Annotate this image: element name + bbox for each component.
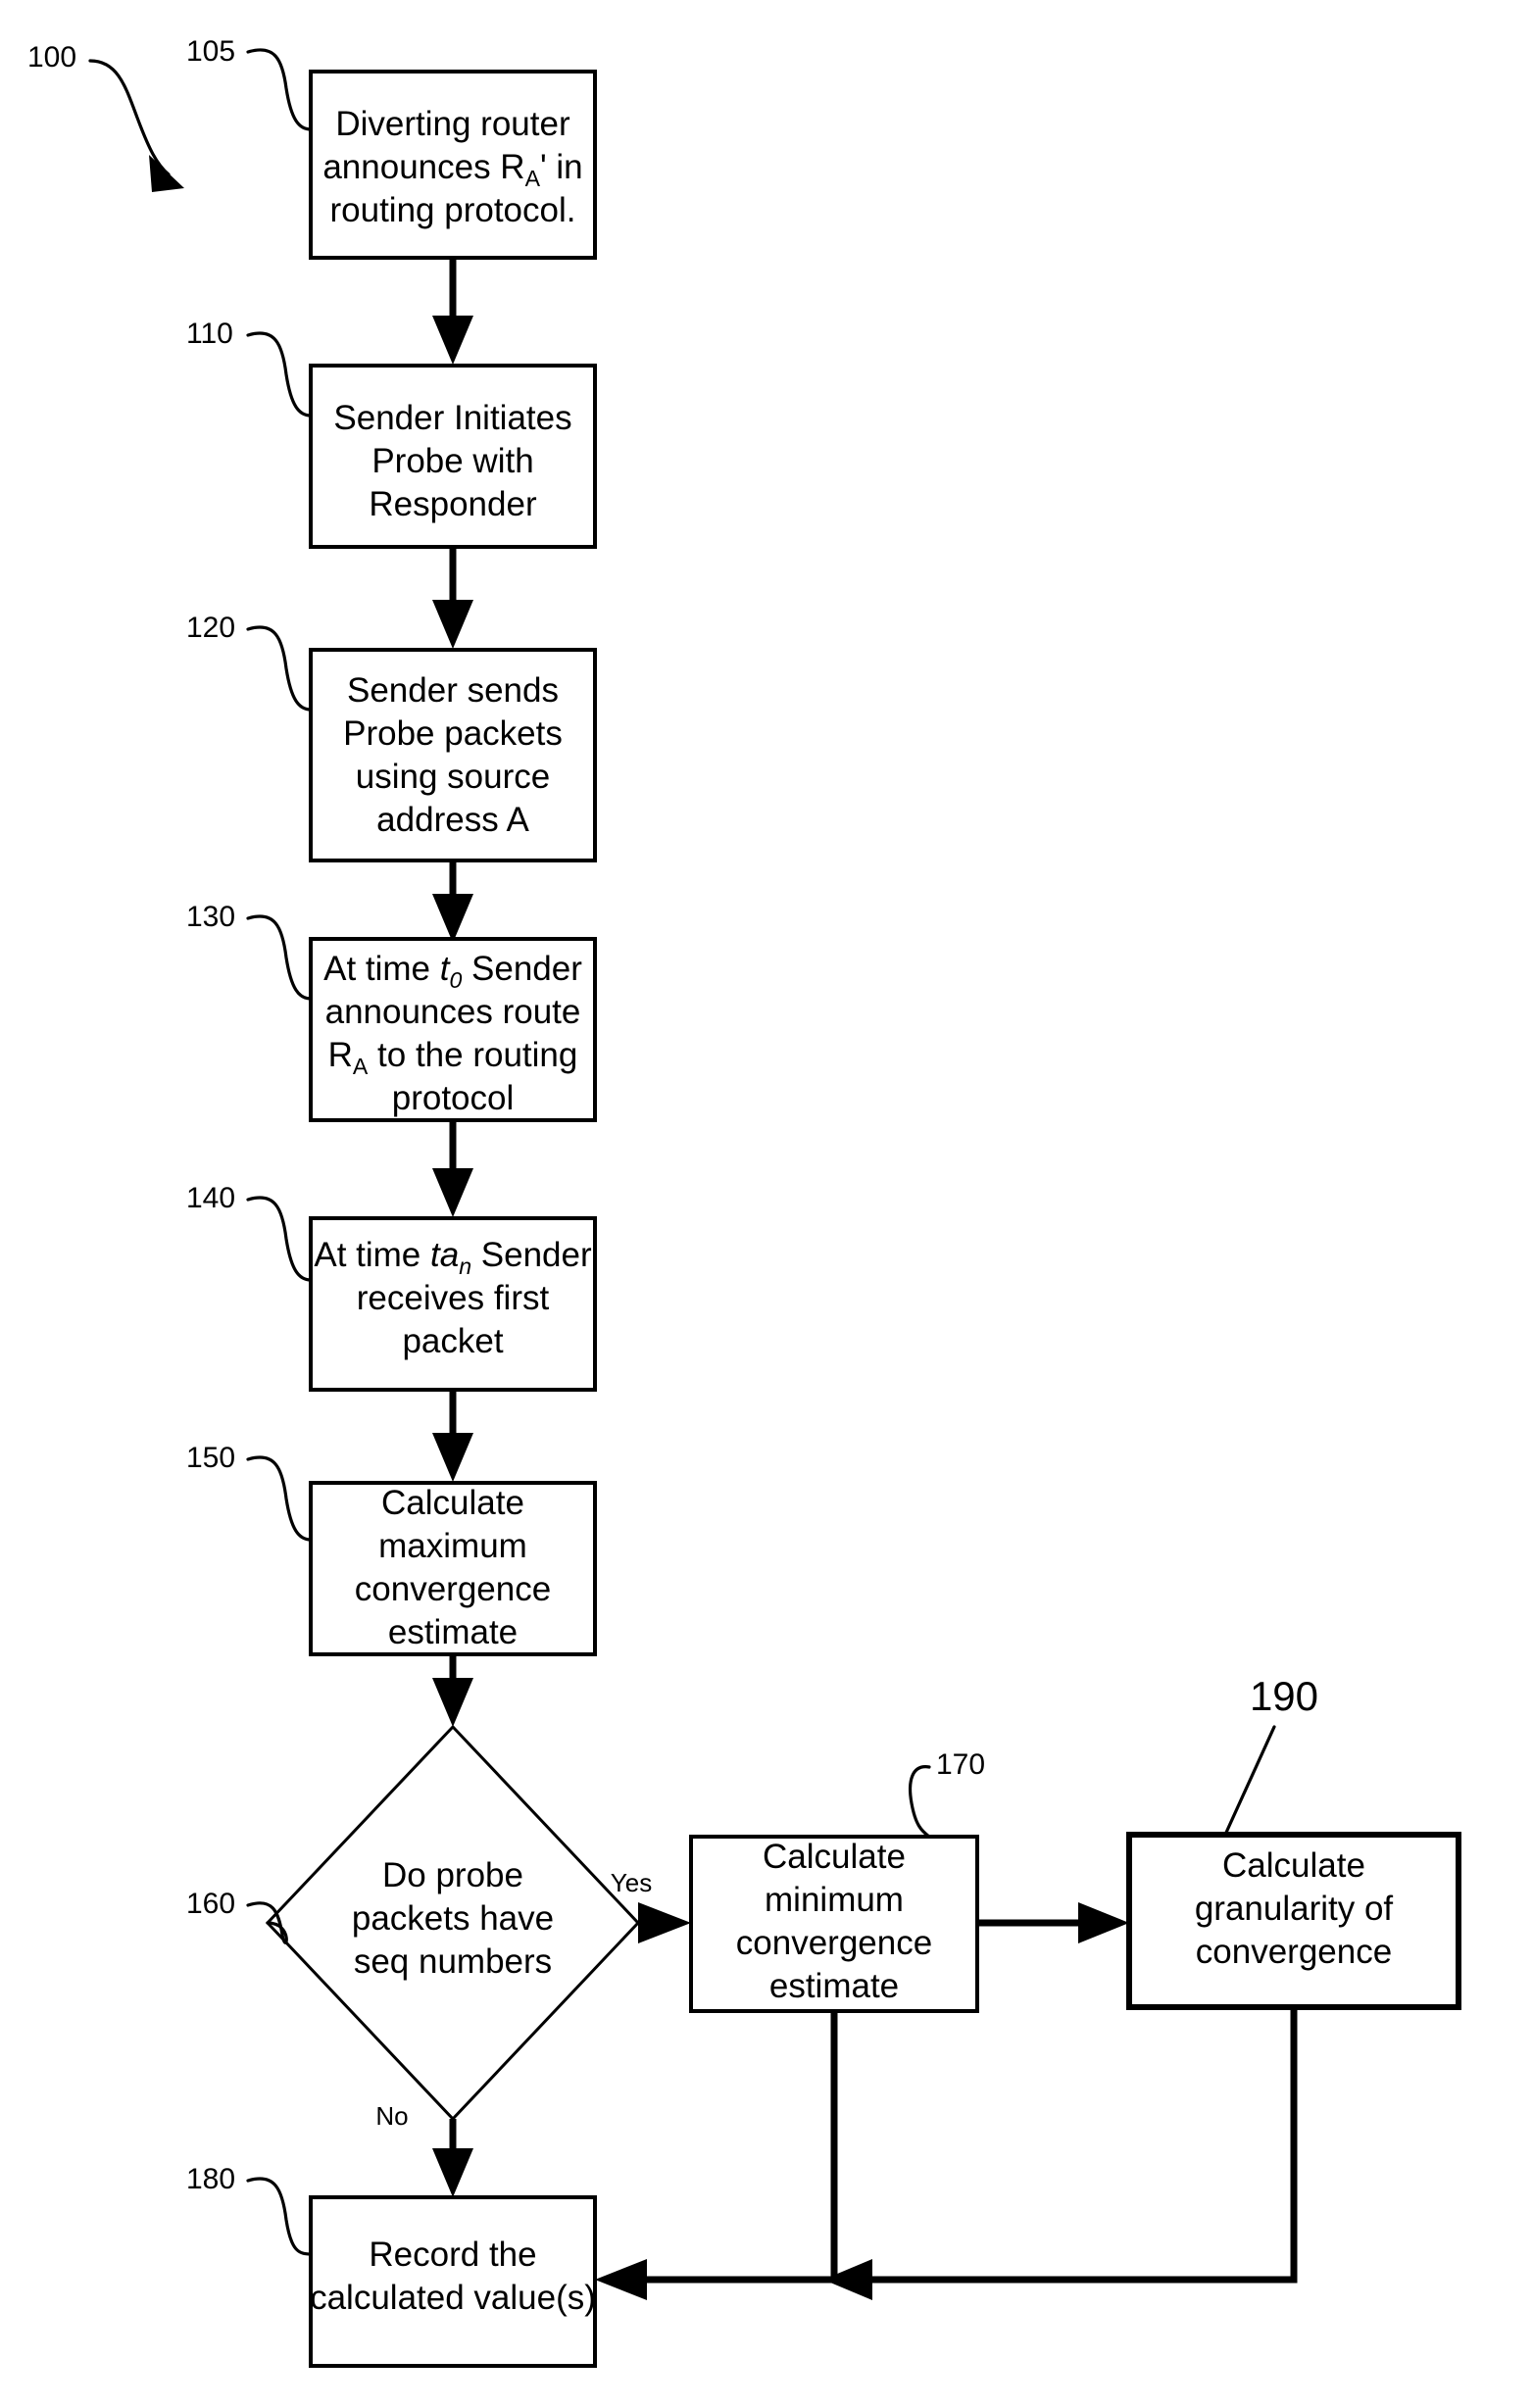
connector-120-130 — [432, 860, 473, 943]
node-170-line4: estimate — [769, 1967, 899, 2005]
ref-105: 105 — [186, 35, 313, 131]
node-180-line1: Record the — [369, 2236, 536, 2274]
ref-150: 150 — [186, 1442, 313, 1542]
node-105[interactable]: Diverting router announces RA' in routin… — [309, 70, 597, 260]
node-150-line4: estimate — [388, 1613, 518, 1651]
ref-110: 110 — [186, 318, 313, 418]
node-130-line4: protocol — [392, 1079, 515, 1117]
ref-190: 190 — [1223, 1673, 1318, 1837]
node-140-line1: At time tan Sender — [314, 1236, 592, 1279]
connector-150-160 — [432, 1654, 473, 1727]
node-170[interactable]: Calculate minimum convergence estimate — [689, 1835, 979, 2013]
node-190-line3: convergence — [1196, 1933, 1392, 1971]
figure-ref-100-arrowhead — [149, 155, 184, 192]
ref-190-label: 190 — [1250, 1673, 1318, 1719]
connector-105-110 — [432, 258, 473, 365]
edge-label-yes: Yes — [611, 1868, 652, 1897]
figure-ref-100-label: 100 — [27, 41, 76, 74]
connector-170-190 — [977, 1902, 1129, 1943]
flowchart-svg: 100 Diverting router announces RA' in ro… — [27, 35, 1461, 2368]
ref-150-label: 150 — [186, 1442, 235, 1474]
node-105-line1: Diverting router — [335, 105, 570, 143]
ref-110-leader — [246, 331, 313, 418]
ref-105-label: 105 — [186, 35, 235, 68]
node-170-line1: Calculate — [763, 1838, 906, 1876]
node-110[interactable]: Sender Initiates Probe with Responder — [309, 364, 597, 549]
ref-130: 130 — [186, 901, 313, 1001]
ref-170-leader — [908, 1765, 931, 1839]
ref-130-leader — [246, 914, 313, 1001]
connector-190-180-return — [823, 2007, 1298, 2300]
ref-180-label: 180 — [186, 2163, 235, 2195]
node-140-line3: packet — [402, 1322, 503, 1360]
ref-105-leader — [246, 48, 313, 131]
node-180-line2: calculated value(s) — [310, 2279, 596, 2317]
ref-130-label: 130 — [186, 901, 235, 933]
node-140[interactable]: At time tan Sender receives first packet — [309, 1216, 597, 1392]
node-140-line2: receives first — [357, 1279, 550, 1317]
node-130[interactable]: At time t0 Sender announces route RA to … — [309, 937, 597, 1122]
node-120-line3: using source — [356, 758, 550, 796]
ref-180: 180 — [186, 2163, 313, 2256]
node-170-line3: convergence — [736, 1924, 932, 1962]
node-105-line3: routing protocol. — [330, 191, 576, 229]
connector-160-180-no: No — [375, 2101, 473, 2197]
node-130-line2: announces route — [325, 993, 581, 1031]
ref-160-label: 160 — [186, 1888, 235, 1920]
node-150[interactable]: Calculate maximum convergence estimate — [309, 1481, 597, 1656]
node-105-line2: announces RA' in — [322, 148, 582, 191]
node-190[interactable]: Calculate granularity of convergence — [1126, 1832, 1461, 2010]
ref-120-leader — [246, 625, 313, 712]
node-180[interactable]: Record the calculated value(s) — [309, 2195, 597, 2368]
connector-170-180-return — [595, 2011, 838, 2300]
node-160-line3: seq numbers — [354, 1942, 552, 1981]
node-120-line1: Sender sends — [347, 671, 559, 710]
node-150-line2: maximum — [378, 1527, 527, 1565]
connector-110-120 — [432, 547, 473, 649]
ref-180-leader — [246, 2177, 313, 2256]
node-110-line3: Responder — [369, 485, 537, 523]
ref-160: 160 — [186, 1888, 288, 1944]
ref-150-leader — [246, 1455, 313, 1542]
node-110-line1: Sender Initiates — [333, 399, 571, 437]
ref-170: 170 — [908, 1748, 985, 1839]
node-120[interactable]: Sender sends Probe packets using source … — [309, 648, 597, 862]
ref-190-leader — [1223, 1725, 1276, 1837]
connector-130-140 — [432, 1120, 473, 1217]
ref-170-label: 170 — [936, 1748, 985, 1781]
node-170-line2: minimum — [765, 1881, 904, 1919]
node-160-line1: Do probe — [382, 1856, 523, 1894]
node-150-line1: Calculate — [381, 1484, 524, 1522]
node-190-line1: Calculate — [1222, 1846, 1365, 1885]
node-150-line3: convergence — [355, 1570, 551, 1608]
ref-140-label: 140 — [186, 1182, 235, 1214]
ref-120-label: 120 — [186, 612, 235, 644]
ref-120: 120 — [186, 612, 313, 712]
figure-ref-100-leader — [88, 59, 171, 176]
node-120-line4: address A — [376, 801, 529, 839]
edge-label-no: No — [375, 2101, 408, 2131]
node-160[interactable]: Do probe packets have seq numbers — [265, 1724, 641, 2122]
ref-110-label: 110 — [186, 318, 233, 350]
figure-ref-100: 100 — [27, 41, 184, 192]
ref-140-leader — [246, 1196, 313, 1282]
node-120-line2: Probe packets — [343, 714, 563, 753]
connector-140-150 — [432, 1390, 473, 1482]
flowchart-figure: 100 Diverting router announces RA' in ro… — [0, 0, 1533, 2408]
ref-140: 140 — [186, 1182, 313, 1282]
node-160-line2: packets have — [352, 1899, 554, 1938]
node-190-line2: granularity of — [1195, 1890, 1394, 1928]
node-110-line2: Probe with — [371, 442, 533, 480]
